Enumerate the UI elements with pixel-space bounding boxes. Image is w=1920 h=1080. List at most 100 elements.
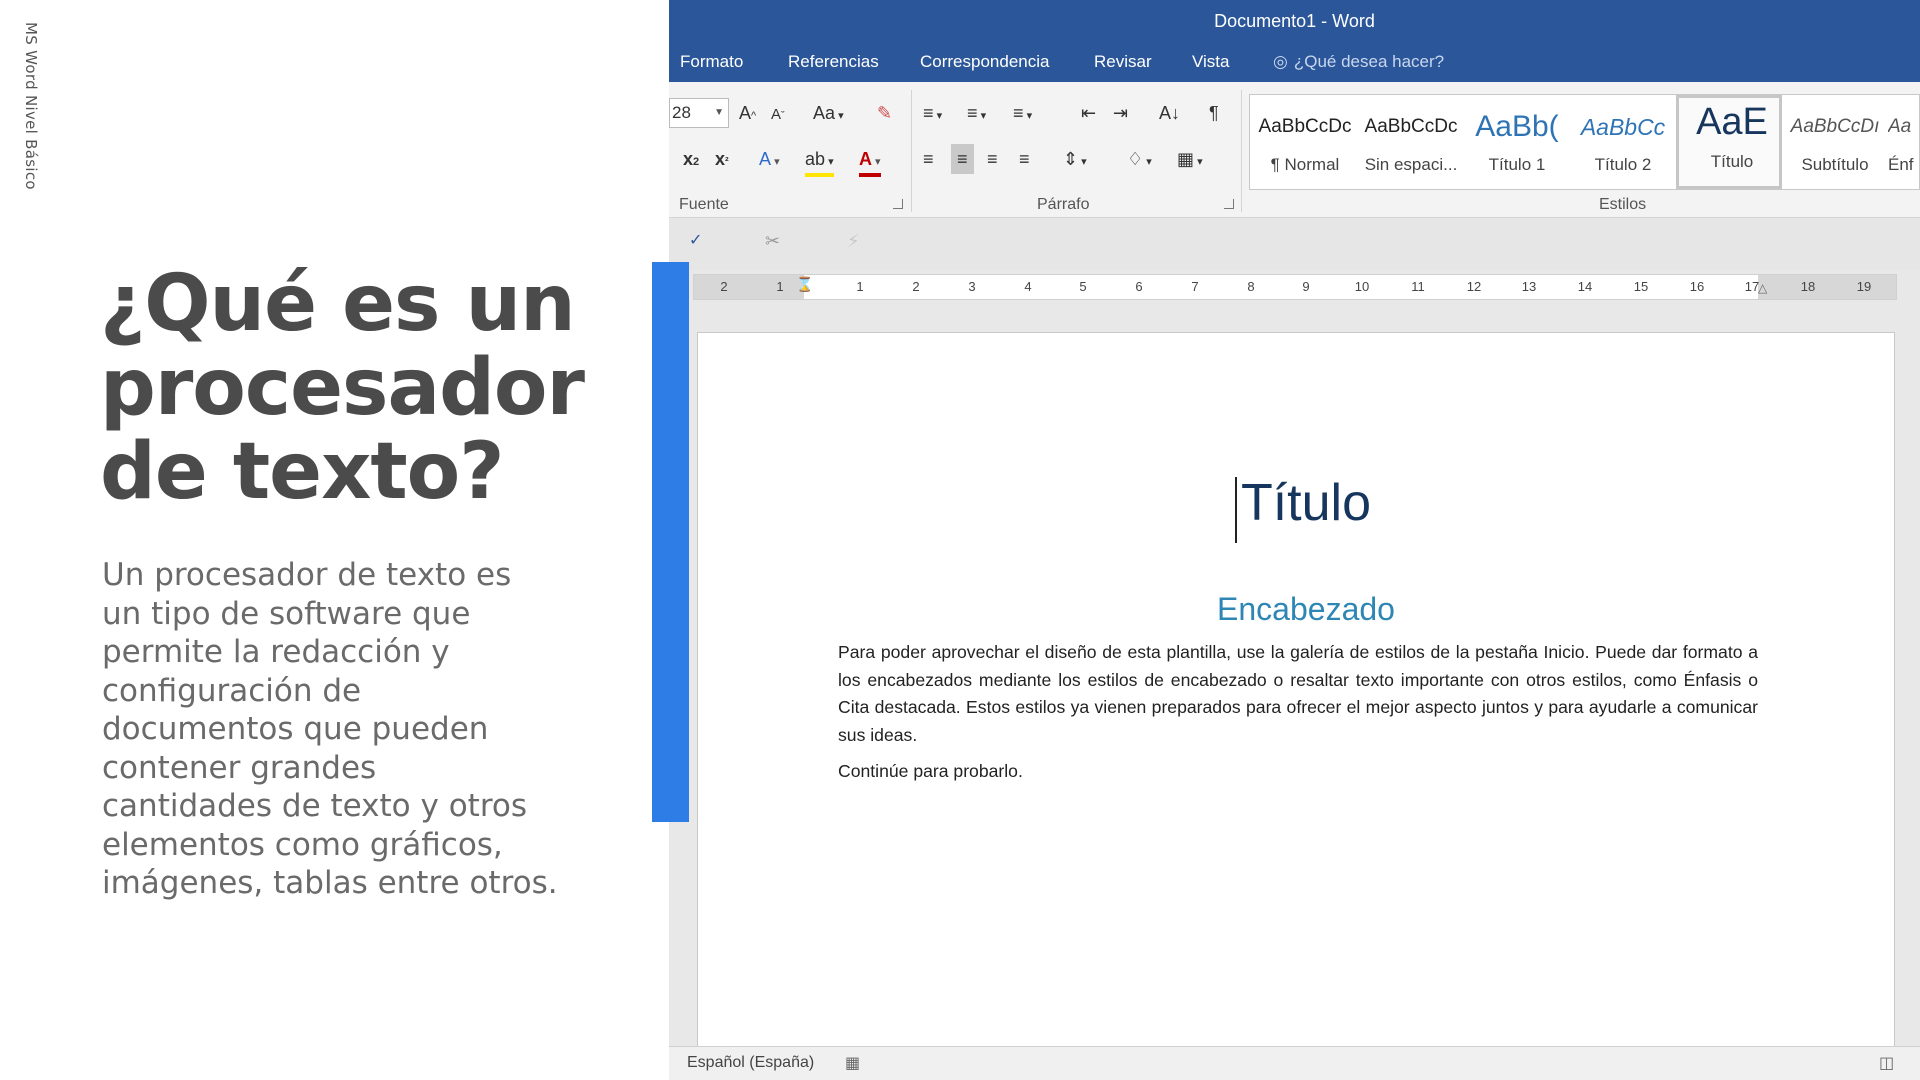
body-line: imágenes, tablas entre otros. [102,865,558,901]
chevron-down-icon: ▼ [714,107,724,118]
group-label-font: Fuente [679,196,729,213]
borders-icon[interactable]: ▦ ▾ [1177,148,1203,173]
style-normal[interactable]: AaBbCcDc ¶ Normal [1252,95,1358,189]
text-effects-icon[interactable]: A ▾ [759,148,780,173]
style-name: ¶ Normal [1270,155,1340,174]
style-name: Sin espaci... [1364,155,1458,174]
group-separator [1241,90,1242,212]
change-case-icon[interactable]: Aa ▾ [813,102,844,127]
ruler-number: 18 [1800,279,1816,294]
slide-panel: MS Word Nivel Básico ¿Qué es un procesad… [0,0,669,1080]
subscript-icon[interactable]: x2 [683,148,699,173]
style-name: Subtítulo [1801,155,1869,174]
style-preview: AaBbCcDı [1790,116,1880,137]
document-paragraph[interactable]: Continúe para probarlo. [838,761,1758,782]
clear-format-icon[interactable]: ✎ [877,102,892,124]
status-language[interactable]: Español (España) [687,1054,814,1072]
lightbulb-icon: ◎ [1273,52,1288,71]
right-indent-marker[interactable]: △ [1758,277,1767,299]
style-name: Título 2 [1594,155,1652,174]
window-title: Documento1 - Word [669,0,1920,42]
font-dialog-launcher[interactable] [893,199,903,209]
font-size-input[interactable]: 28 ▼ [669,98,729,128]
body-line: Un procesador de texto es [102,557,512,593]
style-no-spacing[interactable]: AaBbCcDc Sin espaci... [1358,95,1464,189]
decrease-indent-icon[interactable]: ⇤ [1081,102,1096,124]
tab-referencias[interactable]: Referencias [788,52,879,72]
line-spacing-icon[interactable]: ⇕ ▾ [1063,148,1087,173]
numbering-icon[interactable]: ≡ ▾ [967,102,986,127]
increase-indent-icon[interactable]: ⇥ [1113,102,1128,124]
style-heading-1[interactable]: AaBb( Título 1 [1464,95,1570,189]
tell-me-search[interactable]: ◎ ¿Qué desea hacer? [1273,52,1444,72]
heading-line: ¿Qué es un [100,259,576,349]
font-grow-icon[interactable]: A^ [739,102,756,127]
macro-icon[interactable]: ⚡ [847,230,860,252]
sort-icon[interactable]: A↓ [1159,102,1180,124]
document-paragraph[interactable]: Para poder aprovechar el diseño de esta … [838,639,1758,749]
body-line: permite la redacción y [102,634,450,670]
body-line: contener grandes [102,749,377,786]
style-heading-2[interactable]: AaBbCc Título 2 [1570,95,1676,189]
font-size-value: 28 [672,103,691,122]
tab-correspondencia[interactable]: Correspondencia [920,52,1049,72]
ruler[interactable]: 2 1 1 2 3 4 5 6 7 8 9 10 11 12 13 14 15 … [693,274,1897,300]
font-shrink-icon[interactable]: Aˇ [771,104,785,127]
accent-bar [652,262,689,822]
ruler-number: 7 [1191,279,1199,294]
slide-body-text: Un procesador de texto es un tipo de sof… [102,556,602,903]
highlight-icon[interactable]: ab ▾ [805,148,834,177]
ruler-number: 16 [1689,279,1705,294]
shading-icon[interactable]: ♢ ▾ [1127,148,1152,173]
align-right-icon[interactable]: ≡ [987,148,998,170]
ribbon: 28 ▼ A^ Aˇ Aa ▾ ✎ x2 x² A ▾ ab ▾ A ▾ Fue… [669,82,1920,218]
style-name: Énf [1888,155,1914,174]
cut-icon[interactable]: ✂ [765,230,780,252]
ribbon-tabs: Formato Referencias Correspondencia Revi… [669,42,1920,82]
style-name: Título 1 [1488,155,1546,174]
ruler-number: 14 [1577,279,1593,294]
body-line: cantidades de texto y otros [102,788,527,824]
ruler-number: 8 [1247,279,1255,294]
ruler-number: 4 [1024,279,1032,294]
tab-vista[interactable]: Vista [1192,52,1230,72]
document-page[interactable]: Título Encabezado Para poder aprovechar … [697,332,1895,1050]
superscript-icon[interactable]: x² [715,148,729,173]
document-heading[interactable]: Encabezado [698,591,1894,628]
ruler-number: 12 [1466,279,1482,294]
pilcrow-icon[interactable]: ¶ [1209,102,1219,124]
font-color-icon[interactable]: A ▾ [859,148,881,177]
heading-line: de texto? [100,427,505,517]
paragraph-dialog-launcher[interactable] [1224,199,1234,209]
style-preview: AaBbCc [1580,114,1666,140]
ruler-number: 15 [1633,279,1649,294]
macro-record-icon[interactable]: ▦ [845,1053,860,1075]
indent-marker[interactable]: ⌛ [796,273,813,295]
tab-revisar[interactable]: Revisar [1094,52,1152,72]
slide-caption: MS Word Nivel Básico [22,22,40,190]
style-title[interactable]: AaE Título [1676,95,1782,189]
ruler-number: 1 [856,279,864,294]
style-preview: AaE [1696,104,1768,143]
ruler-number: 9 [1302,279,1310,294]
ruler-number: 2 [912,279,920,294]
bullets-icon[interactable]: ≡ ▾ [923,102,942,127]
ruler-number: 13 [1521,279,1537,294]
align-left-icon[interactable]: ≡ [923,148,934,170]
spelling-icon[interactable]: ✓ [689,230,702,252]
ruler-number: 6 [1135,279,1143,294]
document-title[interactable]: Título [698,473,1894,533]
multilevel-icon[interactable]: ≡ ▾ [1013,102,1032,127]
tab-formato[interactable]: Formato [680,52,743,72]
style-name: Título [1710,152,1754,171]
style-emphasis[interactable]: Aa Énf [1888,95,1919,189]
body-line: un tipo de software que [102,595,471,632]
align-center-icon[interactable]: ≡ [951,144,974,174]
body-line: documentos que pueden [102,711,489,747]
justify-icon[interactable]: ≡ [1019,148,1030,170]
read-mode-icon[interactable]: ◫ [1879,1053,1894,1075]
text-cursor [1235,477,1237,543]
tell-me-label: ¿Qué desea hacer? [1293,52,1445,71]
style-preview: Aa [1888,116,1912,137]
style-subtitle[interactable]: AaBbCcDı Subtítulo [1782,95,1888,189]
